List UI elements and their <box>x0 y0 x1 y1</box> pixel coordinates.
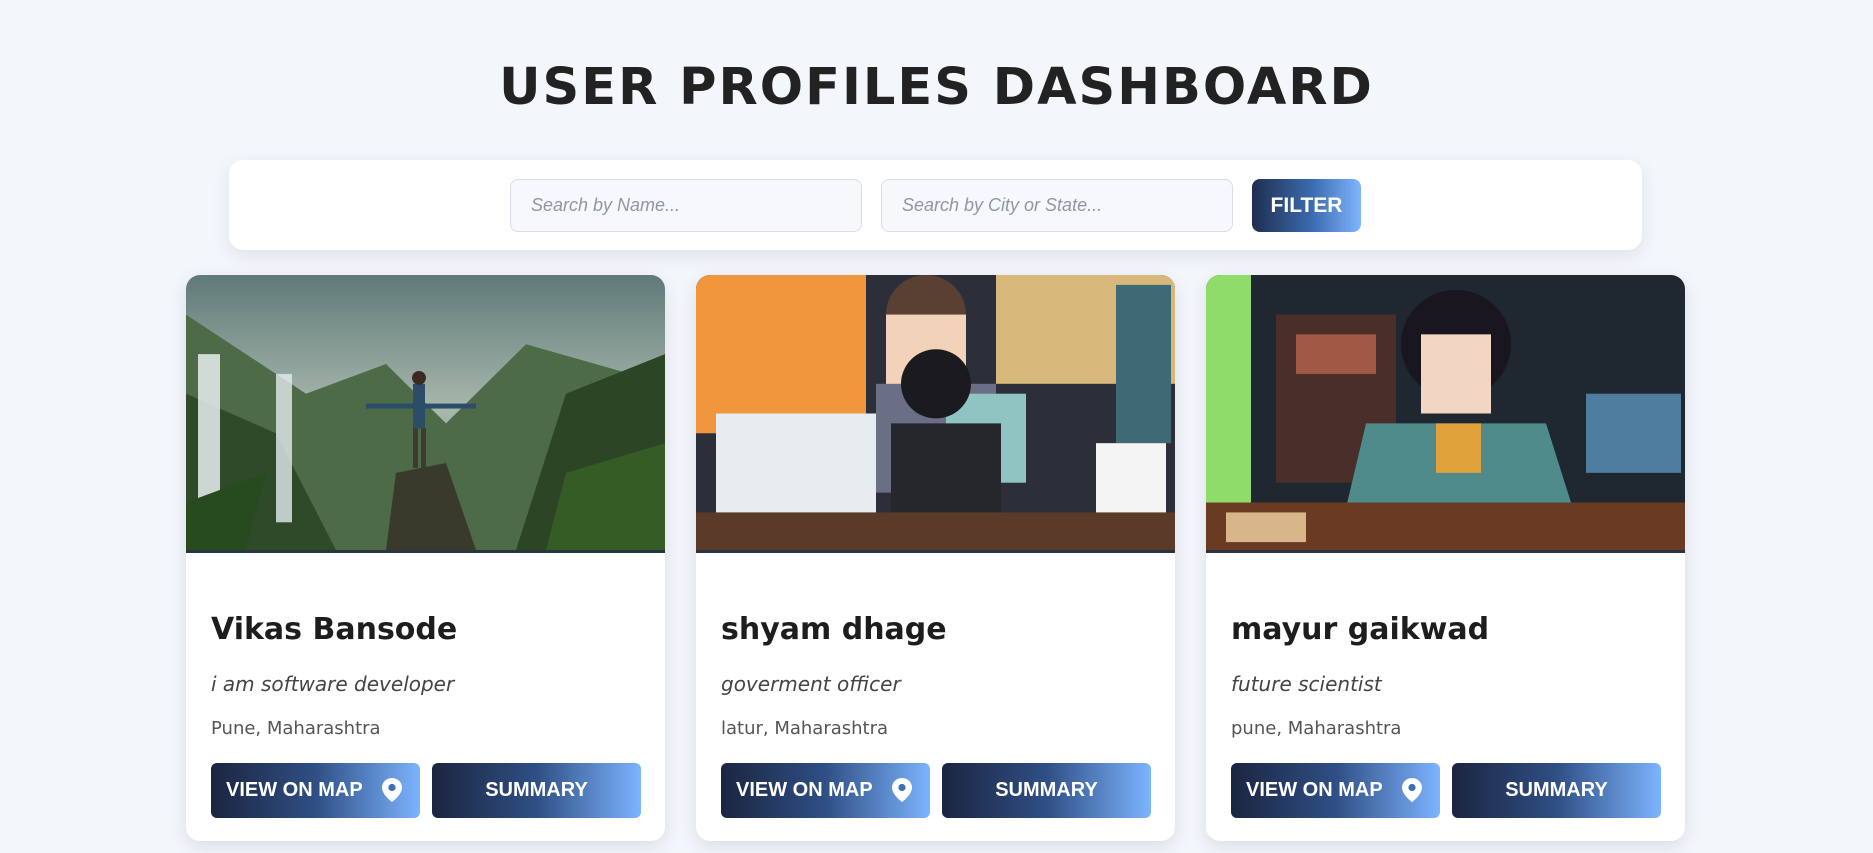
view-on-map-button[interactable]: VIEW ON MAP <box>721 763 930 818</box>
summary-button[interactable]: SUMMARY <box>1452 763 1661 818</box>
search-name-input[interactable] <box>510 179 862 232</box>
profile-location: pune, Maharashtra <box>1231 718 1402 739</box>
view-on-map-label: VIEW ON MAP <box>226 779 363 801</box>
profile-bio: i am software developer <box>211 672 455 696</box>
profile-bio: future scientist <box>1231 672 1382 696</box>
profile-location: latur, Maharashtra <box>721 718 889 739</box>
page-title: USER PROFILES DASHBOARD <box>499 58 1374 117</box>
profile-image <box>186 275 665 553</box>
profile-name: shyam dhage <box>721 612 947 647</box>
profile-card: Vikas Bansode i am software developer Pu… <box>186 275 665 841</box>
profile-image <box>696 275 1175 553</box>
filter-bar: FILTER <box>229 160 1642 250</box>
view-on-map-button[interactable]: VIEW ON MAP <box>1231 763 1440 818</box>
view-on-map-button[interactable]: VIEW ON MAP <box>211 763 420 818</box>
summary-button[interactable]: SUMMARY <box>942 763 1151 818</box>
profile-card: mayur gaikwad future scientist pune, Mah… <box>1206 275 1685 841</box>
profile-card: shyam dhage goverment officer latur, Mah… <box>696 275 1175 841</box>
view-on-map-label: VIEW ON MAP <box>736 779 873 801</box>
profile-name: mayur gaikwad <box>1231 612 1490 647</box>
map-pin-icon <box>382 778 402 802</box>
profile-image <box>1206 275 1685 553</box>
view-on-map-label: VIEW ON MAP <box>1246 779 1383 801</box>
summary-button[interactable]: SUMMARY <box>432 763 641 818</box>
filter-button[interactable]: FILTER <box>1252 179 1361 232</box>
profile-location: Pune, Maharashtra <box>211 718 381 739</box>
profile-name: Vikas Bansode <box>211 612 458 647</box>
profile-bio: goverment officer <box>721 672 901 696</box>
map-pin-icon <box>892 778 912 802</box>
search-city-input[interactable] <box>881 179 1233 232</box>
map-pin-icon <box>1402 778 1422 802</box>
